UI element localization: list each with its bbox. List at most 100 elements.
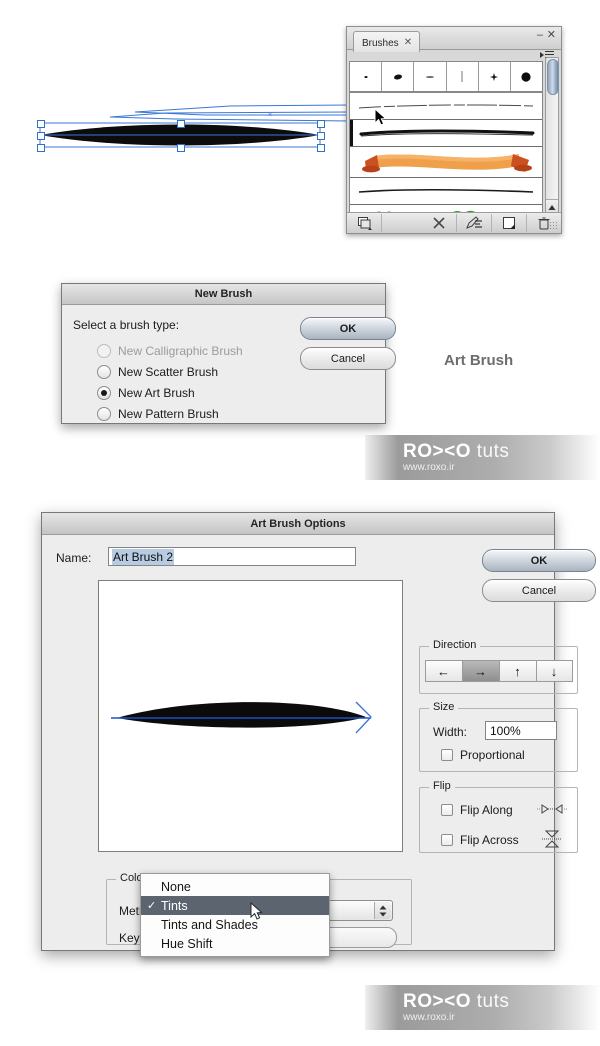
watermark-top: RO><O tuts www.roxo.ir bbox=[365, 435, 600, 480]
width-input[interactable]: 100% bbox=[485, 721, 557, 740]
menu-item-label: Tints and Shades bbox=[161, 917, 258, 932]
handle-middle-left[interactable] bbox=[37, 132, 45, 140]
scrollbar-thumb[interactable] bbox=[547, 59, 559, 95]
dot-tiny-icon bbox=[363, 75, 368, 78]
close-icon[interactable]: ✕ bbox=[404, 38, 412, 48]
watermark-brand-bold: RO><O bbox=[403, 990, 471, 1012]
handle-top-right[interactable] bbox=[317, 120, 325, 128]
brush-swatch-oval[interactable] bbox=[382, 62, 415, 91]
checkbox-icon[interactable] bbox=[441, 834, 453, 846]
art-brush-ok-button[interactable]: OK bbox=[482, 549, 596, 572]
star-icon bbox=[490, 72, 499, 81]
brush-swatch-star[interactable] bbox=[479, 62, 511, 91]
flip-along-checkbox-row[interactable]: Flip Along bbox=[441, 803, 513, 817]
menu-item-label: Hue Shift bbox=[161, 936, 213, 951]
brush-name-input[interactable]: Art Brush 2 bbox=[108, 547, 356, 566]
menu-item-tints[interactable]: ✓ Tints bbox=[141, 896, 329, 915]
brush-swatch-row[interactable] bbox=[349, 61, 543, 92]
pencil-options-icon bbox=[465, 216, 482, 229]
method-stepper-icon[interactable] bbox=[374, 902, 391, 919]
handle-bottom-center[interactable] bbox=[177, 144, 185, 152]
brush-name-value: Art Brush 2 bbox=[112, 548, 175, 565]
radio-label: New Scatter Brush bbox=[118, 364, 219, 379]
tab-brushes[interactable]: Brushes ✕ bbox=[353, 31, 421, 52]
watermark-brand: RO><O tuts bbox=[403, 442, 600, 461]
footer-spacer bbox=[382, 214, 422, 232]
art-brush-cancel-button[interactable]: Cancel bbox=[482, 579, 596, 602]
menu-item-none[interactable]: None bbox=[141, 877, 329, 896]
new-brush-dialog[interactable]: New Brush Select a brush type: New Calli… bbox=[61, 283, 396, 424]
new-brush-cancel-button[interactable]: Cancel bbox=[300, 347, 396, 370]
brushes-panel-titlebar[interactable]: Brushes ✕ – ✕ bbox=[347, 27, 561, 52]
new-brush-ok-button[interactable]: OK bbox=[300, 317, 396, 340]
radio-label: New Art Brush bbox=[118, 385, 195, 400]
stroke-icon bbox=[461, 70, 463, 82]
flip-across-icon bbox=[542, 830, 562, 848]
resize-grip[interactable] bbox=[549, 221, 559, 231]
watermark-brand-light: tuts bbox=[470, 440, 510, 462]
ribbon-banner-art bbox=[362, 154, 532, 173]
handle-top-center[interactable] bbox=[177, 120, 185, 128]
handle-middle-right[interactable] bbox=[317, 132, 325, 140]
brush-preview-art bbox=[111, 701, 372, 734]
direction-up-button[interactable]: ↑ bbox=[498, 660, 536, 682]
proportional-checkbox-row[interactable]: Proportional bbox=[441, 748, 525, 762]
artboard-artwork: × bbox=[30, 95, 351, 165]
direction-fieldset: Direction ← → ↑ ↓ bbox=[419, 639, 578, 694]
direction-down-button[interactable]: ↓ bbox=[535, 660, 573, 682]
mouse-cursor bbox=[250, 901, 263, 921]
flip-legend: Flip bbox=[429, 780, 455, 792]
flip-fieldset: Flip Flip Along Flip Across bbox=[419, 780, 578, 853]
mouse-cursor bbox=[374, 107, 387, 127]
watermark-bottom: RO><O tuts www.roxo.ir bbox=[365, 985, 600, 1030]
menu-item-label: None bbox=[161, 879, 191, 894]
remove-brush-link-button[interactable] bbox=[422, 214, 457, 232]
handle-bottom-right[interactable] bbox=[317, 144, 325, 152]
circle-icon bbox=[521, 71, 532, 82]
menu-item-label: Tints bbox=[161, 898, 188, 913]
new-brush-button[interactable] bbox=[492, 214, 527, 232]
method-dropdown-menu[interactable]: None ✓ Tints Tints and Shades Hue Shift bbox=[140, 873, 330, 957]
radio-label: New Pattern Brush bbox=[118, 406, 219, 421]
brush-swatch-dot-tiny[interactable] bbox=[350, 62, 383, 91]
handle-bottom-left[interactable] bbox=[37, 144, 45, 152]
brushes-panel-footer[interactable] bbox=[347, 212, 561, 233]
options-of-selected-object-button[interactable] bbox=[457, 214, 492, 232]
brush-swatch-stroke[interactable] bbox=[447, 62, 479, 91]
flip-along-label: Flip Along bbox=[460, 803, 513, 817]
watermark-url: www.roxo.ir bbox=[403, 1011, 455, 1023]
flip-across-checkbox-row[interactable]: Flip Across bbox=[441, 833, 519, 847]
tab-brushes-label: Brushes bbox=[362, 37, 399, 49]
radio-icon bbox=[97, 343, 111, 358]
radio-label: New Calligraphic Brush bbox=[118, 343, 243, 358]
dragged-path-outline bbox=[109, 104, 351, 122]
brush-swatch-dash[interactable] bbox=[414, 62, 447, 91]
art-brush-caption: Art Brush bbox=[444, 352, 514, 369]
checkbox-icon[interactable] bbox=[441, 749, 453, 761]
brush-swatch-circle[interactable] bbox=[511, 62, 542, 91]
direction-legend: Direction bbox=[429, 639, 481, 651]
menu-item-tints-and-shades[interactable]: Tints and Shades bbox=[141, 915, 329, 934]
radio-icon-selected bbox=[97, 385, 111, 400]
radio-new-pattern-brush[interactable]: New Pattern Brush bbox=[73, 403, 385, 424]
artwork-svg: × bbox=[39, 104, 351, 148]
brush-row-tapered[interactable] bbox=[350, 178, 542, 205]
size-fieldset: Size Width: 100% Proportional bbox=[419, 701, 578, 772]
radio-new-art-brush[interactable]: New Art Brush bbox=[73, 382, 385, 403]
menu-item-hue-shift[interactable]: Hue Shift bbox=[141, 934, 329, 953]
direction-left-button[interactable]: ← bbox=[424, 660, 462, 682]
watermark-brand-light: tuts bbox=[470, 990, 510, 1012]
close-icon[interactable]: ✕ bbox=[547, 30, 556, 41]
direction-right-button[interactable]: → bbox=[461, 660, 499, 682]
oval-icon bbox=[393, 74, 402, 79]
dash-icon bbox=[425, 75, 434, 78]
minimize-icon[interactable]: – bbox=[537, 30, 543, 41]
brushes-panel[interactable]: Brushes ✕ – ✕ bbox=[346, 26, 562, 234]
brushes-scrollbar[interactable] bbox=[545, 57, 559, 229]
flip-along-icon bbox=[537, 804, 567, 814]
brush-libraries-button[interactable] bbox=[347, 214, 382, 232]
handle-top-left[interactable] bbox=[37, 120, 45, 128]
brush-row-banner[interactable] bbox=[350, 147, 542, 178]
watermark-brand: RO><O tuts bbox=[403, 992, 600, 1011]
checkbox-icon[interactable] bbox=[441, 804, 453, 816]
